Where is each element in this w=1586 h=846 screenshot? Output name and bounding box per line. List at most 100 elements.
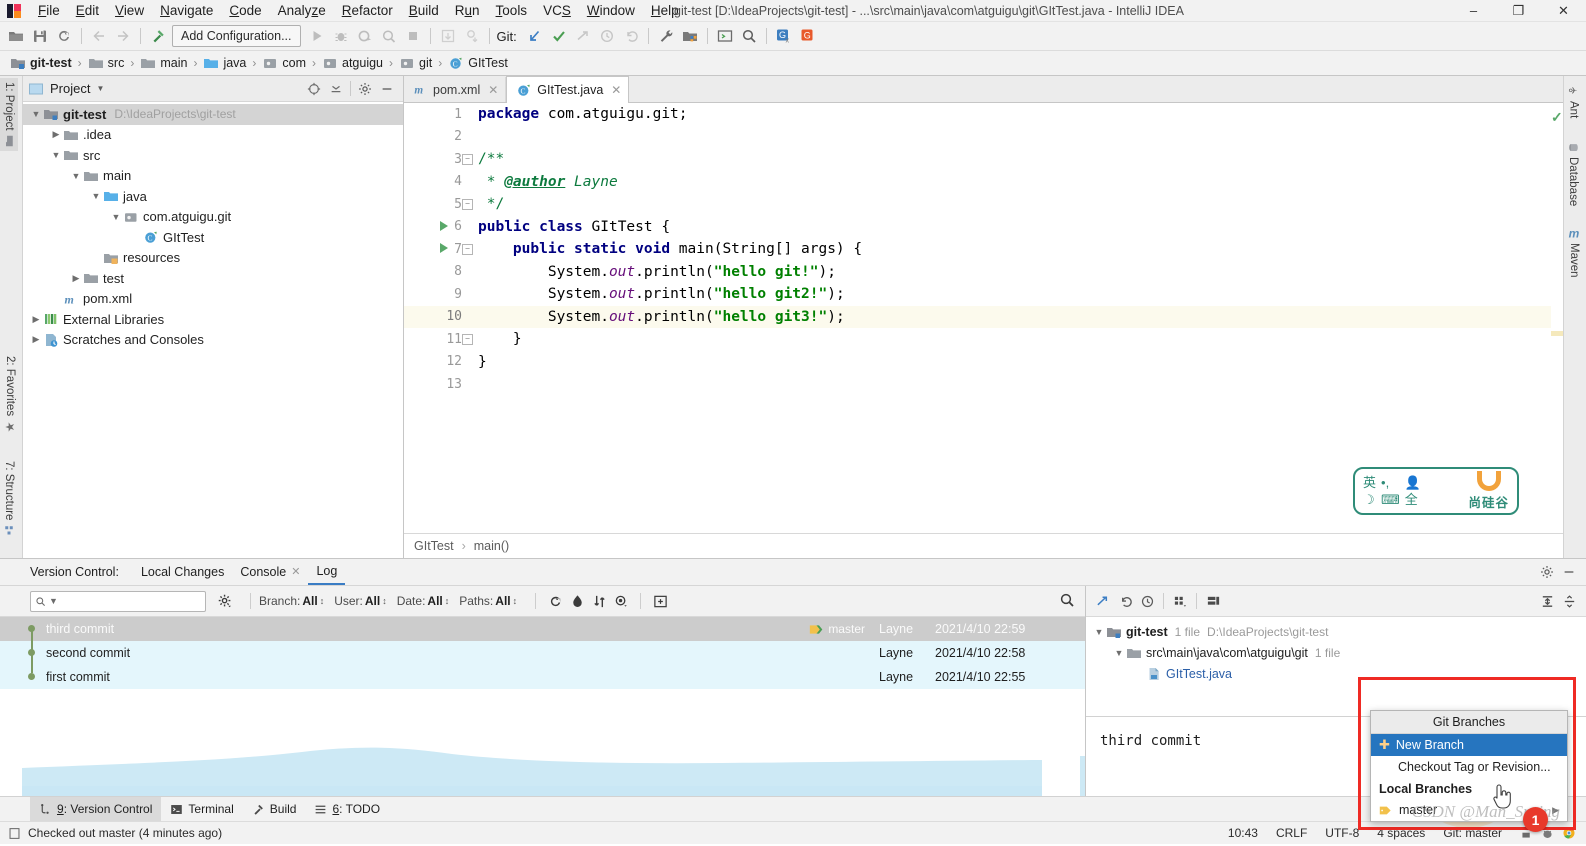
breadcrumb-item-atguigu[interactable]: atguigu (320, 54, 385, 72)
git-branch-widget[interactable]: Git: master (1443, 826, 1502, 840)
menu-code[interactable]: Code (221, 1, 269, 20)
editor-tab-gittest-java[interactable]: C GItTest.java ✕ (506, 76, 630, 103)
chevron-down-icon[interactable]: ▼ (89, 191, 103, 201)
code-line[interactable]: public static void main(String[] args) { (470, 238, 1551, 261)
changed-file-row[interactable]: ▼ src\main\java\com\atguigu\git 1 file (1086, 642, 1586, 663)
git-commit-check-icon[interactable] (547, 24, 571, 48)
ime-floating-bar[interactable]: 英 •, 👤 ☽ ⌨ 全 尚硅谷 (1353, 467, 1519, 515)
line-number[interactable]: 3− (404, 148, 473, 171)
chevron-down-icon[interactable]: ▼ (29, 109, 43, 119)
revert-icon[interactable] (1114, 590, 1136, 612)
close-icon[interactable]: ✕ (488, 83, 498, 97)
maximize-button[interactable]: ❐ (1496, 0, 1541, 21)
tree-node-external-libraries[interactable]: ▶ External Libraries (23, 309, 403, 330)
close-icon[interactable]: ✕ (291, 565, 300, 578)
tray-chrome-icon[interactable] (1562, 826, 1576, 840)
scroll-from-source-icon[interactable] (303, 78, 325, 100)
menu-refactor[interactable]: Refactor (334, 1, 401, 20)
close-icon[interactable]: ✕ (611, 83, 621, 97)
menu-edit[interactable]: Edit (68, 1, 107, 20)
line-separator[interactable]: CRLF (1276, 826, 1307, 840)
chevron-down-icon[interactable]: ▼ (109, 212, 123, 222)
line-number-gutter[interactable]: 1 2 3−4 5−6 7−8 9 10 11−12 13 (404, 103, 473, 533)
tree-node-src[interactable]: ▼ src (23, 145, 403, 166)
sidebar-tab-database[interactable]: Database (1564, 138, 1582, 210)
breadcrumb-item-java[interactable]: java (201, 54, 248, 72)
breadcrumb-item-class[interactable]: C GItTest (446, 54, 510, 72)
commit-row[interactable]: first commit Layne 2021/4/10 22:55 (0, 653, 1085, 689)
run-configuration-selector[interactable]: Add Configuration... (172, 25, 301, 47)
line-number[interactable]: 5− (404, 193, 473, 216)
project-tree[interactable]: ▼ git-test D:\IdeaProjects\git-test ▶ .idea ▼… (23, 102, 403, 558)
filter-branch[interactable]: Branch: All ↕ (259, 594, 324, 608)
commit-list[interactable]: third commit master Layne 2021/4/10 22:5… (0, 617, 1085, 796)
line-number[interactable]: 10 (404, 305, 470, 328)
breadcrumb-item-src[interactable]: src (86, 54, 127, 72)
menu-build[interactable]: Build (401, 1, 447, 20)
chevron-down-icon[interactable]: ▼ (69, 171, 83, 181)
tool-window-build[interactable]: Build (243, 797, 306, 821)
line-number[interactable]: 6 (404, 216, 470, 239)
code-line[interactable] (470, 126, 1551, 149)
search-everywhere-icon[interactable] (737, 24, 761, 48)
tool-window-todo[interactable]: 6: TODO (305, 797, 389, 821)
tree-node-idea[interactable]: ▶ .idea (23, 125, 403, 146)
filter-paths[interactable]: Paths: All ↕ (459, 594, 517, 608)
show-diff-icon[interactable] (1092, 590, 1114, 612)
ime-user-glyph[interactable]: 👤 (1405, 475, 1421, 490)
code-line[interactable]: */ (470, 193, 1551, 216)
collapse-all-icon[interactable] (1558, 590, 1580, 612)
chevron-right-icon[interactable]: ▶ (1552, 805, 1559, 816)
tree-node-resources[interactable]: resources (23, 248, 403, 269)
changed-files-tree[interactable]: ▼ git-test 1 file D:\IdeaProjects\git-test ▼… (1086, 617, 1586, 717)
code-line[interactable]: } (470, 351, 1551, 374)
notification-plugin-icon[interactable]: G (796, 24, 820, 48)
editor-crumb-class[interactable]: GItTest (414, 539, 454, 553)
show-history-icon[interactable] (1136, 590, 1158, 612)
git-update-icon[interactable] (523, 24, 547, 48)
log-find-icon[interactable] (1059, 592, 1075, 611)
commit-row[interactable]: second commit Layne 2021/4/10 22:58 (0, 629, 1085, 677)
gear-icon[interactable] (354, 78, 376, 100)
git-branches-popup[interactable]: Git Branches ✚ New Branch Checkout Tag o… (1370, 710, 1568, 822)
menu-analyze[interactable]: Analyze (270, 1, 334, 20)
line-number[interactable]: 8 (404, 261, 470, 284)
chevron-down-icon[interactable]: ▼ (1112, 648, 1126, 658)
tree-node-pom-xml[interactable]: m pom.xml (23, 289, 403, 310)
chevron-right-icon[interactable]: ▶ (69, 273, 83, 284)
tab-log[interactable]: Log (308, 560, 346, 585)
indent-setting[interactable]: 4 spaces (1377, 826, 1425, 840)
menu-navigate[interactable]: Navigate (152, 1, 221, 20)
run-gutter-icon[interactable] (440, 220, 448, 231)
line-number[interactable]: 13 (404, 373, 470, 396)
sidebar-tab-structure[interactable]: 7: Structure (0, 457, 18, 540)
tree-node-git-test[interactable]: ▼ git-test D:\IdeaProjects\git-test (23, 104, 403, 125)
line-number[interactable]: 11− (404, 328, 473, 351)
tab-local-changes[interactable]: Local Changes (133, 561, 232, 584)
code-line[interactable]: System.out.println("hello git!"); (470, 261, 1551, 284)
sidebar-tab-project[interactable]: 1: Project (0, 78, 18, 151)
log-search-input[interactable]: ▼ (30, 590, 206, 612)
line-number[interactable]: 1 (404, 103, 470, 126)
hide-panel-icon[interactable] (1558, 561, 1580, 583)
translate-plugin-icon[interactable]: Gx (772, 24, 796, 48)
tree-node-gittest[interactable]: C GItTest (23, 227, 403, 248)
caret-position[interactable]: 10:43 (1228, 826, 1258, 840)
menu-view[interactable]: View (107, 1, 152, 20)
code-line[interactable]: public class GItTest { (470, 216, 1551, 239)
project-structure-icon[interactable] (678, 24, 702, 48)
menu-help[interactable]: Help (643, 1, 687, 20)
minimize-button[interactable]: – (1451, 0, 1496, 21)
tool-window-version-control[interactable]: 9: Version Control (30, 797, 162, 821)
close-button[interactable]: ✕ (1541, 0, 1586, 21)
commit-row[interactable]: third commit master Layne 2021/4/10 22:5… (0, 617, 1085, 653)
chevron-right-icon[interactable]: ▶ (29, 314, 43, 325)
menu-tools[interactable]: Tools (488, 1, 536, 20)
editor-tab-pom-xml[interactable]: m pom.xml ✕ (404, 77, 507, 102)
breadcrumb-item-com[interactable]: com (260, 54, 308, 72)
code-line[interactable]: System.out.println("hello git2!"); (470, 283, 1551, 306)
log-sort-icon[interactable] (588, 590, 610, 612)
chevron-down-icon[interactable]: ▼ (1092, 627, 1106, 637)
tree-node-com-atguigu-git[interactable]: ▼ com.atguigu.git (23, 207, 403, 228)
code-line[interactable]: * @author Layne (470, 171, 1551, 194)
